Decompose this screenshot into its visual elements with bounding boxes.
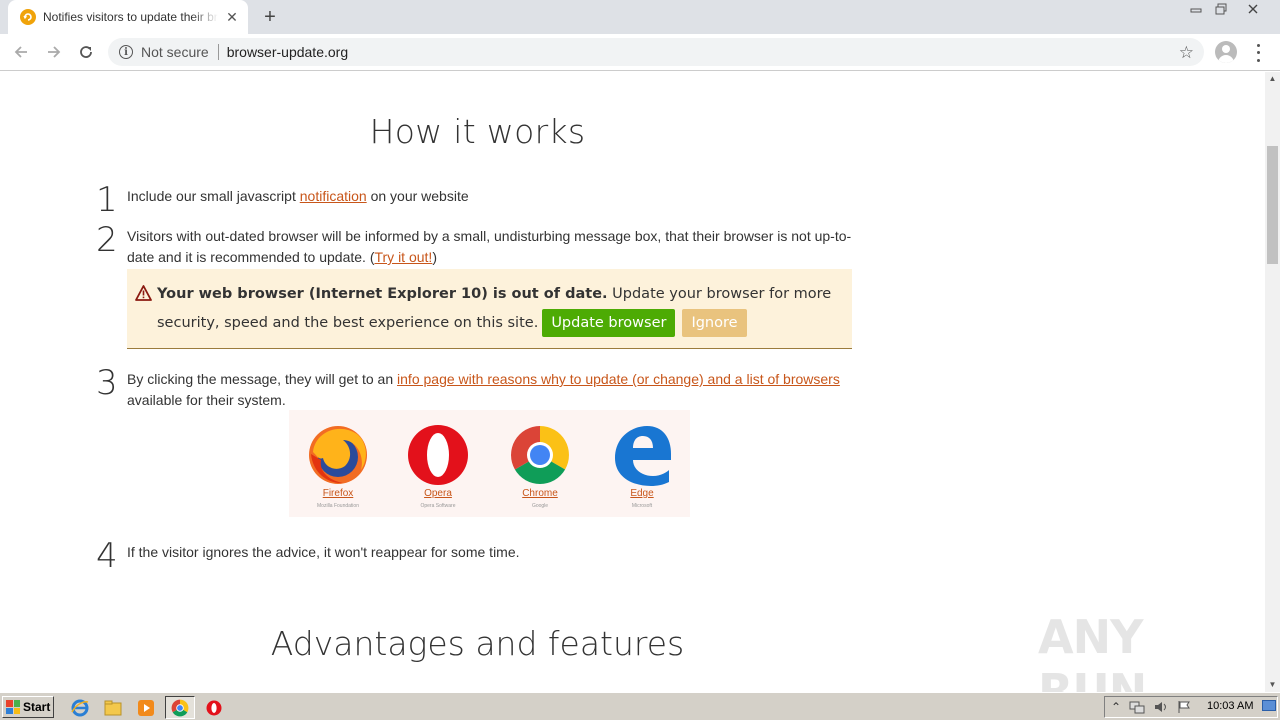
browser-vendor: Mozilla Foundation (317, 503, 359, 509)
browser-name[interactable]: Opera (389, 488, 487, 499)
step-text: If the visitor ignores the advice, it wo… (127, 544, 520, 560)
browser-item-edge[interactable]: Edge Microsoft (593, 410, 691, 517)
url-text[interactable]: browser-update.org (227, 44, 348, 60)
new-tab-button[interactable]: + (258, 6, 282, 28)
step-text: By clicking the message, they will get t… (127, 369, 852, 411)
tab-title: Notifies visitors to update their browse… (43, 10, 218, 24)
opera-icon (408, 425, 468, 485)
internet-explorer-icon[interactable] (70, 698, 90, 718)
chrome-icon (511, 426, 569, 484)
media-player-icon[interactable] (136, 698, 156, 718)
browser-vendor: Opera Software (420, 503, 456, 509)
anyrun-watermark: ANY RUN (1038, 610, 1147, 692)
scroll-down-icon[interactable]: ▼ (1265, 678, 1280, 692)
back-arrow-icon[interactable] (9, 40, 33, 64)
notice-bold-text: Your web browser (Internet Explorer 10) … (157, 286, 608, 302)
browser-titlebar: Notifies visitors to update their browse… (0, 0, 1280, 34)
browser-vendor: Microsoft (631, 503, 653, 509)
forward-arrow-icon[interactable] (42, 40, 66, 64)
edge-icon (615, 426, 671, 486)
step-number: 4 (96, 536, 118, 576)
browser-list: Firefox Mozilla Foundation Opera Opera S… (289, 410, 690, 517)
window-minimize-icon[interactable] (1183, 0, 1209, 18)
clock[interactable]: 10:03 AM (1207, 700, 1253, 712)
start-label: Start (23, 700, 51, 714)
window-close-icon[interactable] (1236, 0, 1270, 18)
browser-item-chrome[interactable]: Chrome Google (491, 410, 589, 517)
scroll-thumb[interactable] (1267, 146, 1278, 264)
step-number: 2 (96, 220, 118, 260)
file-explorer-icon[interactable] (103, 698, 123, 718)
page-content: How it works 1 Include our small javascr… (0, 72, 1265, 692)
warning-icon (135, 285, 152, 301)
tray-expand-icon[interactable]: ⌃ (1111, 700, 1121, 714)
step-text-part: available for their system. (127, 392, 286, 408)
step-text-part: on your website (366, 188, 469, 204)
update-browser-button[interactable]: Update browser (542, 309, 676, 337)
show-desktop-icon[interactable] (1262, 700, 1276, 715)
update-notice-bar[interactable]: Your web browser (Internet Explorer 10) … (127, 269, 852, 349)
step-text: Visitors with out-dated browser will be … (127, 226, 852, 268)
profile-avatar-icon[interactable] (1215, 41, 1237, 63)
step-text-part: Include our small javascript (127, 188, 300, 204)
system-tray: ⌃ 10:03 AM (1104, 696, 1278, 718)
section-heading: Advantages and features (270, 624, 685, 663)
chrome-taskbar-icon[interactable] (170, 698, 190, 718)
menu-dots-icon[interactable] (1250, 42, 1266, 64)
notification-link[interactable]: notification (300, 188, 367, 204)
notice-text: Your web browser (Internet Explorer 10) … (157, 280, 847, 338)
step-number: 1 (96, 180, 118, 220)
step-text-part: ) (432, 249, 437, 265)
site-favicon-icon (20, 9, 36, 25)
browser-item-opera[interactable]: Opera Opera Software (389, 410, 487, 517)
browser-item-firefox[interactable]: Firefox Mozilla Foundation (289, 410, 387, 517)
window-restore-icon[interactable] (1208, 0, 1234, 18)
firefox-icon (309, 426, 367, 484)
browser-name[interactable]: Edge (593, 488, 691, 499)
ignore-button[interactable]: Ignore (682, 309, 747, 337)
scroll-up-icon[interactable]: ▲ (1265, 72, 1280, 86)
tab-close-icon[interactable]: ✕ (224, 9, 240, 26)
try-it-out-link[interactable]: Try it out! (374, 249, 432, 265)
info-page-link[interactable]: info page with reasons why to update (or… (397, 371, 840, 387)
bookmark-star-icon[interactable]: ☆ (1179, 43, 1194, 63)
browser-vendor: Google (531, 503, 549, 509)
browser-tab[interactable]: Notifies visitors to update their browse… (8, 0, 248, 34)
start-button[interactable]: Start (2, 696, 54, 718)
browser-name[interactable]: Firefox (289, 488, 387, 499)
step-number: 3 (96, 363, 118, 403)
vertical-scrollbar[interactable]: ▲ ▼ (1265, 72, 1280, 692)
action-center-flag-icon[interactable] (1177, 700, 1191, 717)
step-text-part: By clicking the message, they will get t… (127, 371, 398, 387)
url-separator (217, 44, 219, 60)
browser-toolbar: i Not secure browser-update.org ☆ (0, 34, 1280, 71)
volume-icon[interactable] (1153, 700, 1169, 717)
reload-icon[interactable] (74, 40, 98, 64)
step-text: Include our small javascript notificatio… (127, 186, 852, 207)
security-label[interactable]: Not secure (141, 44, 209, 60)
page-title: How it works (369, 112, 586, 151)
network-icon[interactable] (1129, 700, 1145, 717)
windows-logo-icon (6, 700, 20, 714)
address-bar[interactable]: i Not secure browser-update.org ☆ (108, 38, 1204, 66)
browser-name[interactable]: Chrome (491, 488, 589, 499)
opera-taskbar-icon[interactable] (204, 698, 224, 718)
windows-taskbar: Start ⌃ 10:03 AM (0, 692, 1280, 720)
info-icon[interactable]: i (119, 45, 133, 59)
step-text-part: Visitors with out-dated browser will be … (127, 228, 852, 265)
